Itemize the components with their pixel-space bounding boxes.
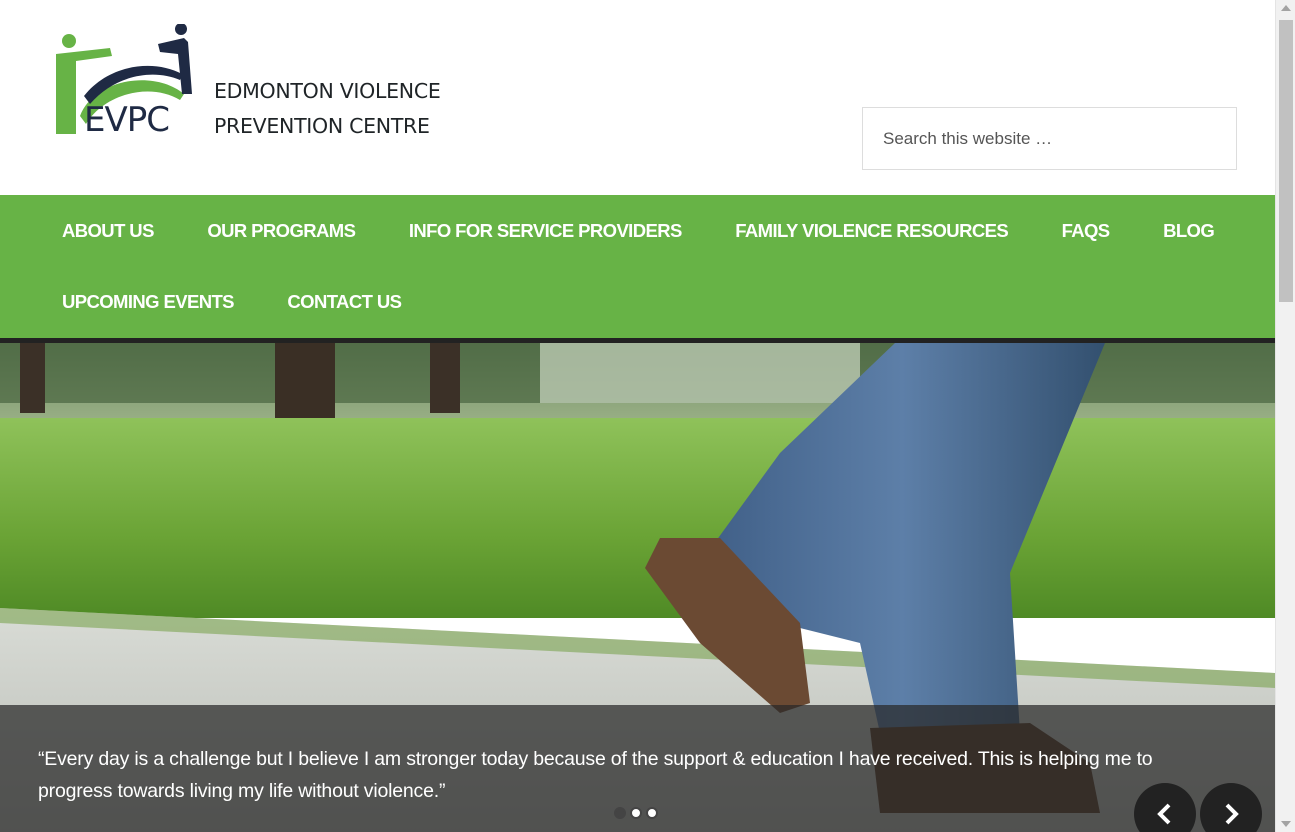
slider-pagination [614, 807, 658, 819]
nav-item-contact-us[interactable]: CONTACT US [287, 266, 427, 337]
nav-row-2: UPCOMING EVENTS CONTACT US [0, 266, 428, 337]
site-name-line1: EDMONTON VIOLENCE [214, 79, 441, 103]
primary-nav: ABOUT US OUR PROGRAMS INFO FOR SERVICE P… [0, 195, 1275, 338]
chevron-right-icon [1225, 803, 1239, 825]
nav-item-blog[interactable]: BLOG [1163, 195, 1241, 266]
slide-caption-text: “Every day is a challenge but I believe … [38, 748, 1153, 802]
hero-slider: “Every day is a challenge but I believe … [0, 343, 1275, 832]
site-name: EDMONTON VIOLENCE PREVENTION CENTRE [214, 74, 441, 144]
nav-item-info-for-service-providers[interactable]: INFO FOR SERVICE PROVIDERS [409, 195, 708, 266]
page: EVPC EDMONTON VIOLENCE PREVENTION CENTRE… [0, 0, 1295, 832]
nav-item-our-programs[interactable]: OUR PROGRAMS [207, 195, 382, 266]
slider-dot-3[interactable] [646, 807, 658, 819]
nav-item-about-us[interactable]: ABOUT US [62, 195, 180, 266]
scroll-down-arrow-icon[interactable] [1281, 821, 1291, 827]
chevron-left-icon [1157, 803, 1171, 825]
search-input[interactable] [862, 107, 1237, 170]
nav-item-family-violence-resources[interactable]: FAMILY VIOLENCE RESOURCES [735, 195, 1034, 266]
site-header: EVPC EDMONTON VIOLENCE PREVENTION CENTRE [0, 0, 1275, 195]
site-name-line2: PREVENTION CENTRE [214, 114, 430, 138]
slider-dot-1[interactable] [614, 807, 626, 819]
nav-item-upcoming-events[interactable]: UPCOMING EVENTS [62, 266, 260, 337]
site-logo-link[interactable]: EVPC EDMONTON VIOLENCE PREVENTION CENTRE [54, 23, 454, 140]
scrollbar-thumb[interactable] [1279, 20, 1293, 302]
scroll-up-arrow-icon[interactable] [1281, 5, 1291, 11]
nav-row-1: ABOUT US OUR PROGRAMS INFO FOR SERVICE P… [0, 195, 1241, 266]
svg-text:EVPC: EVPC [84, 100, 169, 139]
evpc-logo-icon: EVPC [56, 23, 192, 140]
slider-dot-2[interactable] [630, 807, 642, 819]
nav-item-faqs[interactable]: FAQS [1062, 195, 1136, 266]
page-scrollbar[interactable] [1275, 0, 1295, 832]
